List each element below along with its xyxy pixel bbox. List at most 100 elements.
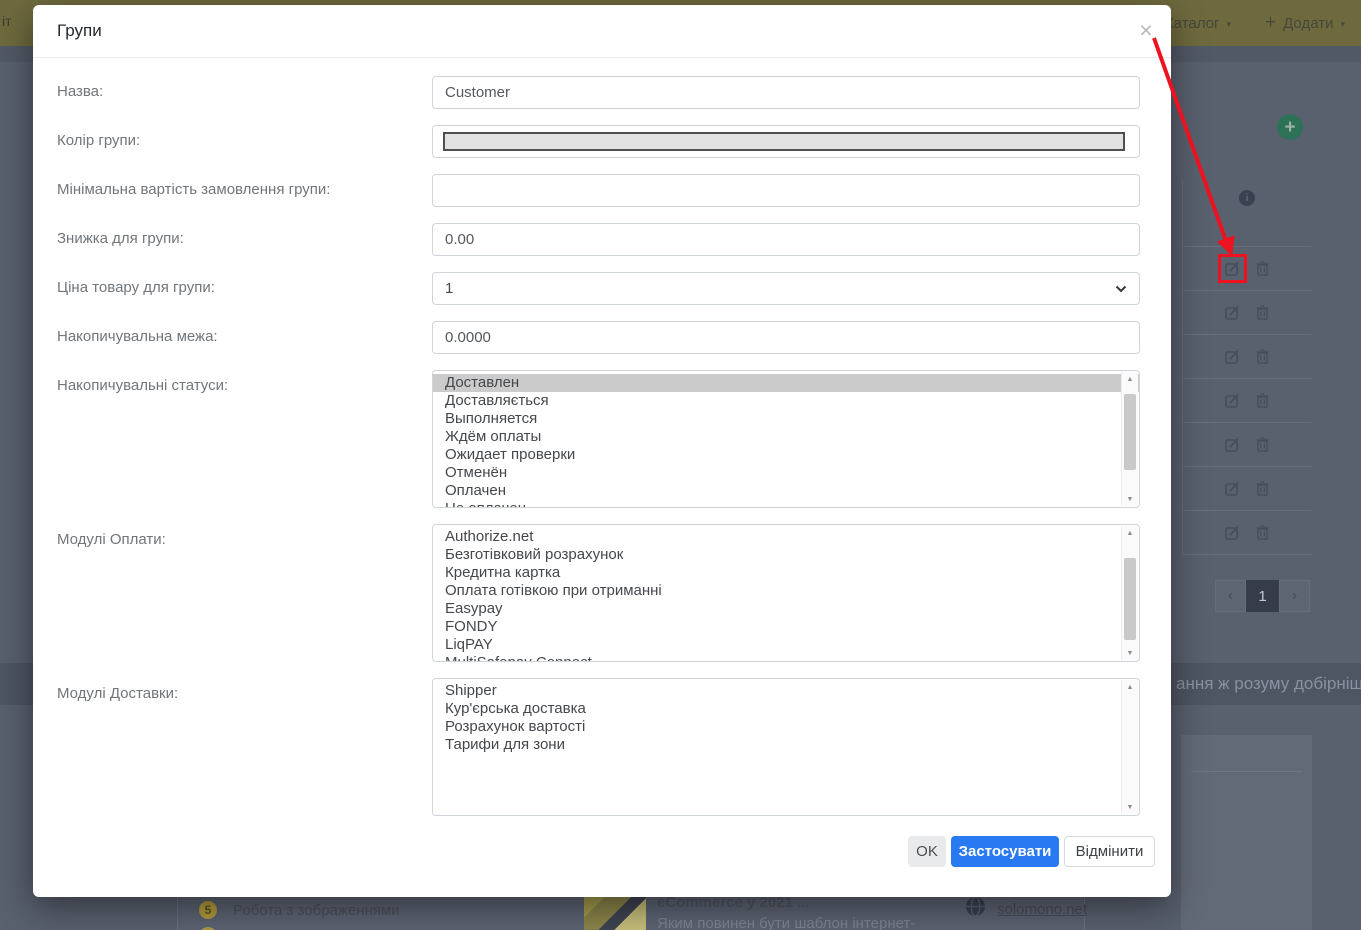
groups-modal: Групи × Назва: Колір групи: Мінімальна в…: [33, 5, 1171, 897]
select-option[interactable]: Кур'єрська доставка: [433, 700, 1139, 718]
options-list: Authorize.net Безготівковий розрахунок Кре…: [433, 528, 1139, 661]
edit-icon[interactable]: [1224, 304, 1241, 321]
name-input[interactable]: [432, 76, 1140, 109]
discount-input[interactable]: [432, 223, 1140, 256]
scrollbar[interactable]: ▲ ▼: [1121, 526, 1138, 660]
form-row-name: Назва:: [57, 76, 1140, 109]
scroll-down-icon[interactable]: ▼: [1122, 646, 1138, 660]
shipping-modules-label: Модулі Доставки:: [57, 685, 179, 702]
modal-title: Групи: [57, 21, 102, 40]
site-link[interactable]: solomono.net: [997, 901, 1087, 918]
apply-button[interactable]: Застосувати: [951, 836, 1059, 867]
select-option[interactable]: Authorize.net: [433, 528, 1139, 546]
select-option[interactable]: Тарифи для зони: [433, 736, 1139, 754]
select-option[interactable]: Оплачен: [433, 482, 1139, 500]
add-menu-label: Додати: [1283, 14, 1334, 32]
edit-icon[interactable]: [1224, 524, 1241, 541]
scroll-up-icon[interactable]: ▲: [1122, 526, 1138, 540]
pagination-prev-button[interactable]: ‹: [1215, 580, 1246, 612]
table-row: [1183, 511, 1311, 555]
payment-modules-listbox[interactable]: Authorize.net Безготівковий розрахунок Кре…: [432, 524, 1140, 662]
delete-icon[interactable]: [1254, 348, 1271, 365]
cumulative-statuses-listbox[interactable]: Доставлен Доставляється Выполняется Ждём оп…: [432, 370, 1140, 508]
select-option[interactable]: Безготівковий розрахунок: [433, 546, 1139, 564]
table-row: [1183, 467, 1311, 511]
cumulative-statuses-label: Накопичувальні статуси:: [57, 377, 229, 394]
select-option[interactable]: Ожидает проверки: [433, 446, 1139, 464]
select-option[interactable]: Easypay: [433, 600, 1139, 618]
scroll-up-icon[interactable]: ▲: [1122, 372, 1138, 386]
select-option[interactable]: Доставляється: [433, 392, 1139, 410]
edit-icon[interactable]: [1224, 348, 1241, 365]
select-option[interactable]: Кредитна картка: [433, 564, 1139, 582]
shipping-modules-listbox[interactable]: Shipper Кур'єрська доставка Розрахунок вар…: [432, 678, 1140, 816]
modal-header: Групи: [33, 5, 1171, 58]
divider: [1191, 771, 1302, 772]
min-order-label: Мінімальна вартість замовлення групи:: [57, 181, 331, 198]
edit-icon[interactable]: [1224, 436, 1241, 453]
chevron-down-icon: [1115, 280, 1127, 297]
footer-quote-text: ання ж розуму добірніше від ср: [1176, 674, 1361, 693]
info-icon: i: [1239, 190, 1255, 206]
options-list: Shipper Кур'єрська доставка Розрахунок вар…: [433, 682, 1139, 754]
delete-icon[interactable]: [1254, 480, 1271, 497]
article-subtitle: Яким повинен бути шаблон інтернет-: [657, 915, 916, 930]
footer-list-item-link[interactable]: Робота з зображеннями: [233, 902, 400, 919]
delete-icon[interactable]: [1254, 304, 1271, 321]
select-option[interactable]: Shipper: [433, 682, 1139, 700]
add-group-button[interactable]: +: [1277, 114, 1303, 140]
delete-icon[interactable]: [1254, 436, 1271, 453]
footer-site: solomono.net: [965, 896, 1087, 922]
select-option[interactable]: Ждём оплаты: [433, 428, 1139, 446]
select-option[interactable]: MultiSafepay Connect: [433, 654, 1139, 661]
select-option[interactable]: Доставлен: [433, 374, 1139, 392]
price-label: Ціна товару для групи:: [57, 279, 215, 296]
select-option[interactable]: Не оплачен: [433, 500, 1139, 507]
edit-icon[interactable]: [1224, 480, 1241, 497]
scroll-down-icon[interactable]: ▼: [1122, 800, 1138, 814]
cumulative-limit-label: Накопичувальна межа:: [57, 328, 218, 345]
select-option[interactable]: Выполняется: [433, 410, 1139, 428]
select-option[interactable]: Розрахунок вартості: [433, 718, 1139, 736]
pagination-current-page[interactable]: 1: [1246, 580, 1279, 612]
table-row: [1183, 423, 1311, 467]
price-select-value: 1: [445, 280, 454, 297]
scrollbar-thumb[interactable]: [1124, 558, 1136, 640]
options-list: Доставлен Доставляється Выполняется Ждём оп…: [433, 374, 1139, 507]
close-icon[interactable]: ×: [1133, 17, 1159, 43]
pagination-next-button[interactable]: ›: [1279, 580, 1310, 612]
scrollbar-thumb[interactable]: [1124, 394, 1136, 470]
table-body: [1183, 247, 1311, 555]
scroll-up-icon[interactable]: ▲: [1122, 680, 1138, 694]
add-menu[interactable]: + Додати ▾: [1265, 12, 1345, 34]
cumulative-limit-input[interactable]: [432, 321, 1140, 354]
edit-icon[interactable]: [1217, 254, 1247, 283]
globe-icon: [965, 896, 986, 922]
table-row: [1183, 335, 1311, 379]
select-option[interactable]: Отменён: [433, 464, 1139, 482]
footer-right-card: [1181, 735, 1312, 930]
ok-button[interactable]: OK: [908, 836, 946, 867]
scrollbar[interactable]: ▲ ▼: [1121, 680, 1138, 814]
table-row: [1183, 291, 1311, 335]
name-label: Назва:: [57, 83, 104, 100]
select-option[interactable]: LiqPAY: [433, 636, 1139, 654]
price-select[interactable]: 1: [432, 272, 1140, 305]
form-row-cumulative-statuses: Накопичувальні статуси: Доставлен Доставл…: [57, 370, 1140, 508]
scroll-down-icon[interactable]: ▼: [1122, 492, 1138, 506]
select-option[interactable]: FONDY: [433, 618, 1139, 636]
catalog-menu[interactable]: Каталог ▾: [1165, 15, 1231, 32]
select-option[interactable]: Оплата готівкою при отриманні: [433, 582, 1139, 600]
table-header-cell: i: [1183, 180, 1311, 247]
group-color-input[interactable]: [432, 125, 1140, 158]
delete-icon[interactable]: [1254, 524, 1271, 541]
screen: іт Каталог ▾ + Додати ▾ + i ‹ 1 › ання ж…: [0, 0, 1361, 930]
edit-icon[interactable]: [1224, 392, 1241, 409]
delete-icon[interactable]: [1254, 260, 1271, 277]
delete-icon[interactable]: [1254, 392, 1271, 409]
scrollbar[interactable]: ▲ ▼: [1121, 372, 1138, 506]
min-order-input[interactable]: [432, 174, 1140, 207]
cancel-button[interactable]: Відмінити: [1064, 836, 1155, 867]
form-row-payment-modules: Модулі Оплати: Authorize.net Безготівкови…: [57, 524, 1140, 662]
table-row: [1183, 379, 1311, 423]
